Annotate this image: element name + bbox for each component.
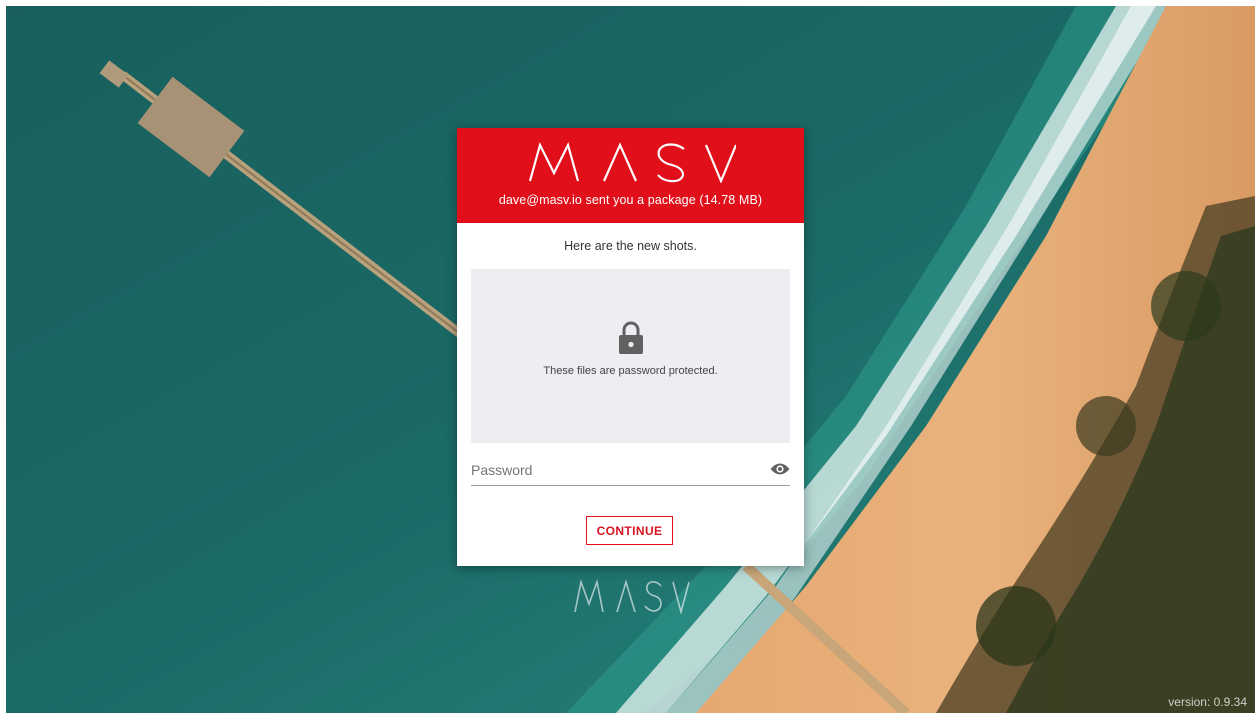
password-protected-panel: These files are password protected. [471,269,790,443]
sender-text: dave@masv.io sent you a package (14.78 M… [498,193,763,207]
package-message: Here are the new shots. [564,239,697,253]
eye-icon[interactable] [770,461,790,477]
card-header: dave@masv.io sent you a package (14.78 M… [457,128,804,223]
masv-logo [457,128,804,183]
login-card: dave@masv.io sent you a package (14.78 M… [457,128,804,566]
password-input[interactable] [471,458,751,482]
password-field [471,458,790,486]
continue-button[interactable]: CONTINUE [586,516,673,545]
protected-message: These files are password protected. [543,365,718,377]
version-label: version: 0.9.34 [1168,695,1247,709]
masv-watermark-logo [574,579,690,614]
lock-icon [619,321,643,354]
